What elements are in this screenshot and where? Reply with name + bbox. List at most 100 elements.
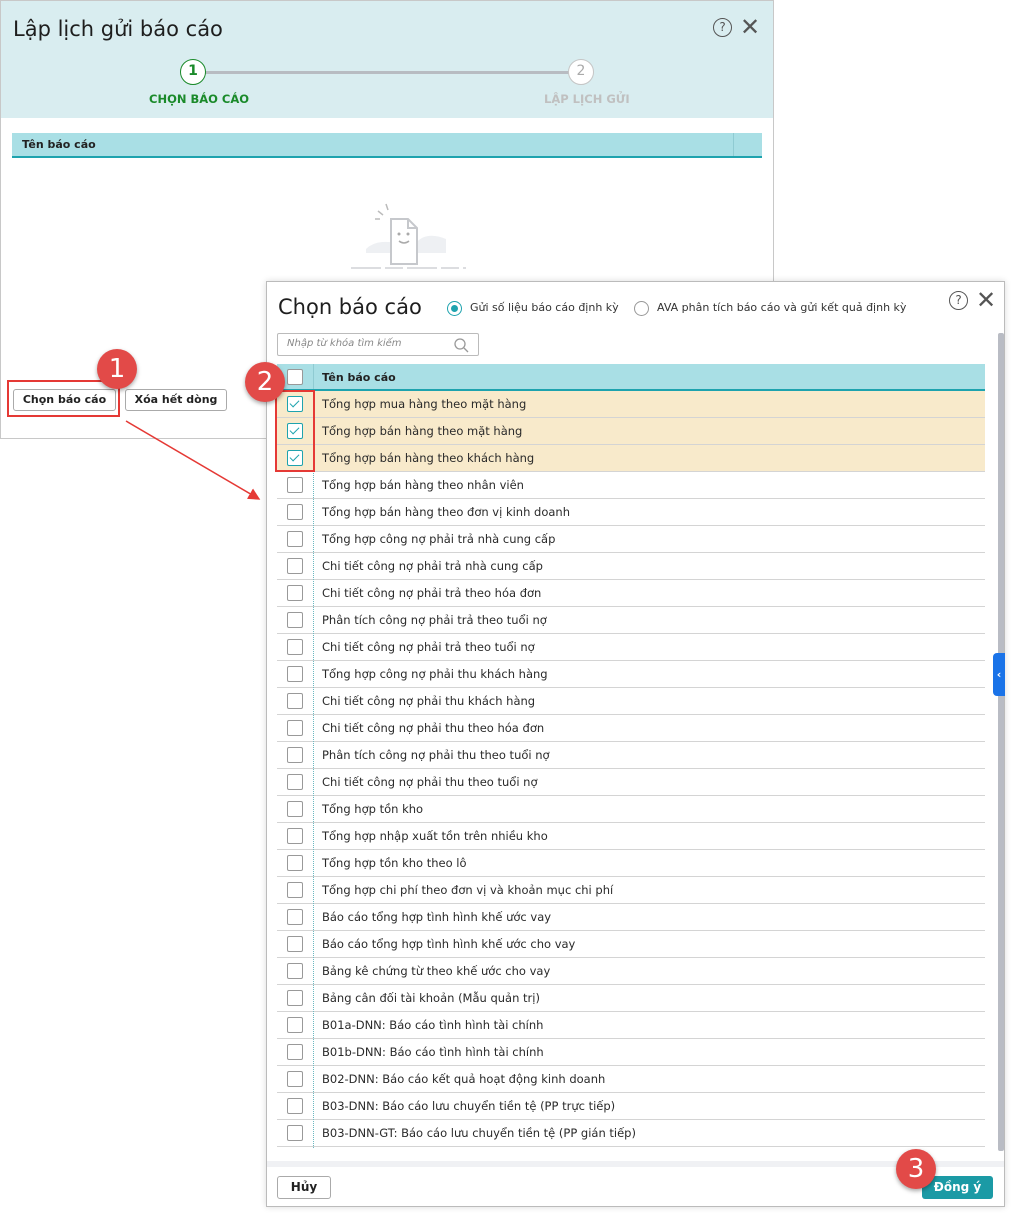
checkbox[interactable] [287,747,303,763]
annotation-badge-3: 3 [896,1149,936,1189]
table-row[interactable]: Bảng cân đối tài khoản (Mẫu quản trị) [277,985,985,1012]
search-placeholder: Nhập từ khóa tìm kiếm [287,338,402,349]
checkbox[interactable] [287,774,303,790]
dialog-title: Chọn báo cáo [278,295,422,319]
table-row[interactable]: Tổng hợp tồn kho theo lô [277,850,985,877]
table-row[interactable]: B03-DNN-GT: Báo cáo lưu chuyển tiền tệ (… [277,1120,985,1147]
close-icon[interactable]: ✕ [976,288,996,312]
annotation-badge-1: 1 [97,349,137,389]
checkbox[interactable] [287,1071,303,1087]
table-row[interactable]: Tổng hợp bán hàng theo đơn vị kinh doanh [277,499,985,526]
checkbox[interactable] [287,828,303,844]
footer-divider [267,1161,1004,1167]
help-icon[interactable]: ? [949,291,968,310]
checkbox[interactable] [287,990,303,1006]
report-table-header: Tên báo cáo [277,364,985,391]
table-row[interactable]: Tổng hợp bán hàng theo khách hàng [277,445,985,472]
scrollbar[interactable] [998,333,1004,1151]
table-row[interactable]: Chi tiết công nợ phải thu theo hóa đơn [277,715,985,742]
checkbox[interactable] [287,855,303,871]
report-name: Chi tiết công nợ phải trả theo tuổi nợ [322,640,535,654]
checkbox[interactable] [287,531,303,547]
table-row[interactable]: Tổng hợp công nợ phải trả nhà cung cấp [277,526,985,553]
checkbox[interactable] [287,1098,303,1114]
table-row[interactable]: Chi tiết công nợ phải trả nhà cung cấp [277,553,985,580]
checkbox[interactable] [287,504,303,520]
table-row[interactable]: Tổng hợp mua hàng theo mặt hàng [277,391,985,418]
table-row[interactable]: Chi tiết công nợ phải thu khách hàng [277,688,985,715]
report-name: Tổng hợp nhập xuất tồn trên nhiều kho [322,829,548,843]
checkbox[interactable] [287,558,303,574]
table-row[interactable]: B03-DNN: Báo cáo lưu chuyển tiền tệ (PP … [277,1093,985,1120]
table-row[interactable]: Tổng hợp công nợ phải thu khách hàng [277,661,985,688]
column-report-name: Tên báo cáo [22,138,96,151]
report-name: Tổng hợp công nợ phải trả nhà cung cấp [322,532,556,546]
annotation-badge-2: 2 [245,362,285,402]
checkbox[interactable] [287,909,303,925]
report-name: Tổng hợp bán hàng theo mặt hàng [322,424,523,438]
table-row[interactable]: B02-DNN: Báo cáo kết quả hoạt động kinh … [277,1066,985,1093]
table-row[interactable]: Chi tiết công nợ phải trả theo hóa đơn [277,580,985,607]
checkbox[interactable] [287,936,303,952]
table-row[interactable]: Tổng hợp bán hàng theo mặt hàng [277,418,985,445]
table-row[interactable]: B01b-DNN: Báo cáo tình hình tài chính [277,1039,985,1066]
report-name: Chi tiết công nợ phải thu theo tuổi nợ [322,775,538,789]
report-name: Phân tích công nợ phải trả theo tuổi nợ [322,613,547,627]
table-row[interactable]: Chi tiết công nợ phải thu theo tuổi nợ [277,769,985,796]
step-1[interactable]: 1 [180,59,206,85]
checkbox[interactable] [287,1044,303,1060]
clear-rows-button[interactable]: Xóa hết dòng [125,389,227,411]
table-row[interactable]: Tổng hợp chi phí theo đơn vị và khoản mụ… [277,877,985,904]
search-input[interactable]: Nhập từ khóa tìm kiếm [277,333,479,356]
checkbox[interactable] [287,1017,303,1033]
report-name: Tổng hợp tồn kho theo lô [322,856,467,870]
stepper-line [205,71,569,74]
radio-ava-analysis-label[interactable]: AVA phân tích báo cáo và gửi kết quả địn… [657,301,906,314]
search-icon[interactable] [454,338,469,353]
checkbox[interactable] [287,585,303,601]
table-row[interactable]: Tổng hợp bán hàng theo nhân viên [277,472,985,499]
annotation-highlight-1 [7,380,120,417]
radio-ava-analysis[interactable] [634,301,649,316]
annotation-highlight-2 [275,390,315,472]
step-2[interactable]: 2 [568,59,594,85]
report-name: Chi tiết công nợ phải trả nhà cung cấp [322,559,543,573]
report-name: B01b-DNN: Báo cáo tình hình tài chính [322,1045,544,1059]
table-row[interactable]: Báo cáo tổng hợp tình hình khế ước cho v… [277,931,985,958]
table-row[interactable]: Chi tiết công nợ phải trả theo tuổi nợ [277,634,985,661]
step-2-label: LẬP LỊCH GỬI [544,92,630,106]
checkbox[interactable] [287,801,303,817]
radio-periodic-data-label[interactable]: Gửi số liệu báo cáo định kỳ [470,301,619,314]
column-divider [313,390,314,1148]
close-icon[interactable]: ✕ [740,15,760,39]
cancel-button[interactable]: Hủy [277,1176,331,1199]
report-name: B03-DNN: Báo cáo lưu chuyển tiền tệ (PP … [322,1099,616,1113]
select-all-checkbox[interactable] [287,369,303,385]
checkbox[interactable] [287,612,303,628]
column-report-name: Tên báo cáo [322,371,396,384]
table-row[interactable]: B01a-DNN: Báo cáo tình hình tài chính [277,1012,985,1039]
report-name: Tổng hợp chi phí theo đơn vị và khoản mụ… [322,883,614,897]
report-name: Tổng hợp công nợ phải thu khách hàng [322,667,548,681]
radio-periodic-data[interactable] [447,301,462,316]
table-row[interactable]: Phân tích công nợ phải thu theo tuổi nợ [277,742,985,769]
help-icon[interactable]: ? [713,18,732,37]
checkbox[interactable] [287,1125,303,1141]
table-row[interactable]: Tổng hợp tồn kho [277,796,985,823]
report-name: Chi tiết công nợ phải trả theo hóa đơn [322,586,542,600]
table-row[interactable]: Báo cáo tổng hợp tình hình khế ước vay [277,904,985,931]
report-name: Tổng hợp bán hàng theo khách hàng [322,451,535,465]
checkbox[interactable] [287,720,303,736]
report-table-header: Tên báo cáo [12,133,762,158]
checkbox[interactable] [287,882,303,898]
table-row[interactable]: Phân tích công nợ phải trả theo tuổi nợ [277,607,985,634]
report-name: Bảng cân đối tài khoản (Mẫu quản trị) [322,991,540,1005]
table-row[interactable]: Tổng hợp nhập xuất tồn trên nhiều kho [277,823,985,850]
checkbox[interactable] [287,693,303,709]
checkbox[interactable] [287,639,303,655]
checkbox[interactable] [287,477,303,493]
checkbox[interactable] [287,963,303,979]
table-row[interactable]: Bảng kê chứng từ theo khế ước cho vay [277,958,985,985]
collapse-panel-tab[interactable]: ‹ [993,653,1005,696]
checkbox[interactable] [287,666,303,682]
